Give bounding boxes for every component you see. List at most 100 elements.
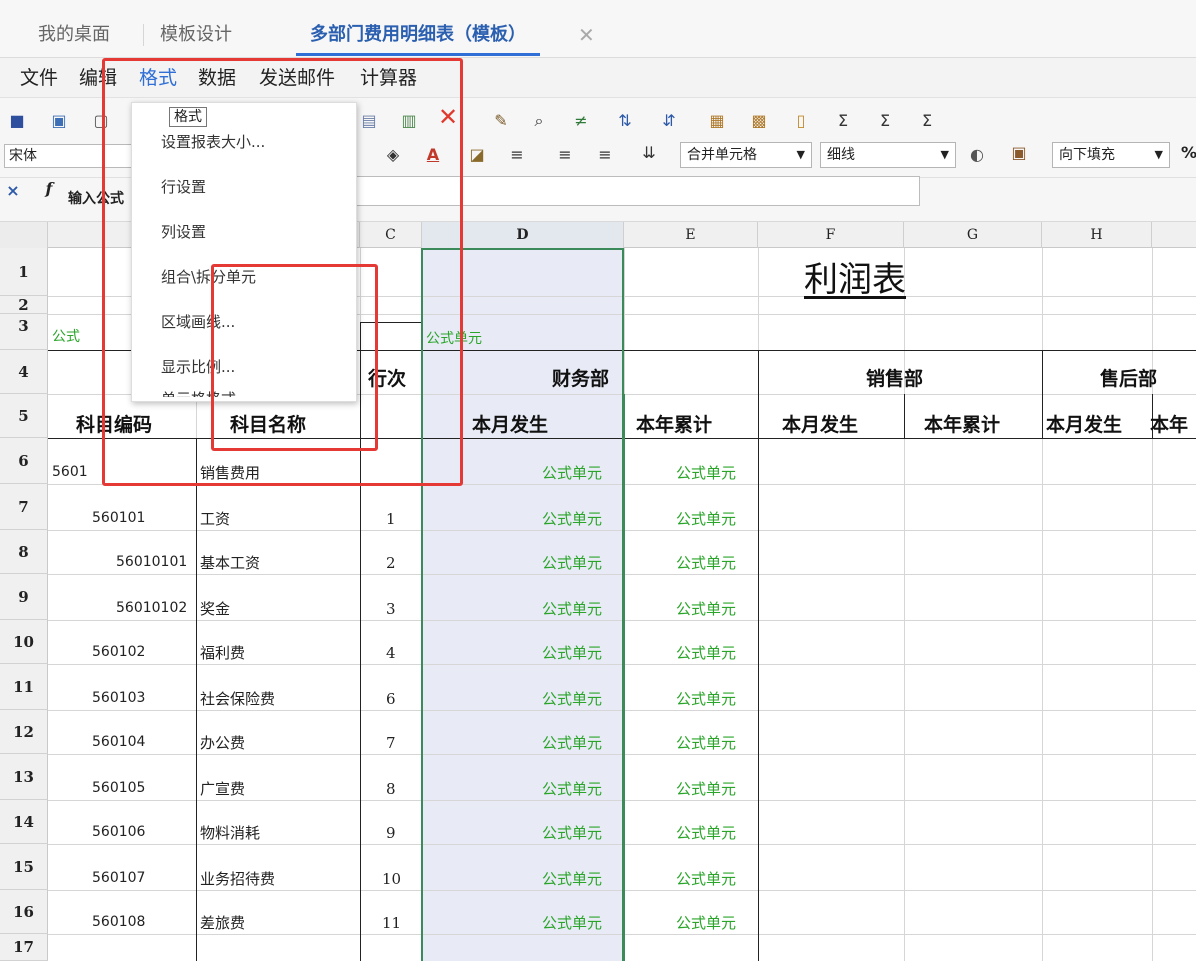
sales-year-header: 本年累计 (924, 414, 1001, 436)
row-header-2[interactable]: 2 (0, 296, 48, 314)
row-finance-month: 公式单元 (542, 734, 603, 752)
tab-desktop[interactable]: 我的桌面 (38, 20, 110, 56)
row-finance-month: 公式单元 (542, 510, 603, 528)
row-name: 办公费 (200, 734, 246, 752)
row-code: 560105 (92, 780, 146, 796)
table-border (758, 438, 759, 961)
row-no: 10 (382, 870, 402, 888)
row-header-11[interactable]: 11 (0, 664, 48, 710)
row-header-17[interactable]: 17 (0, 934, 48, 961)
table-border (1042, 350, 1043, 438)
align-center-icon[interactable]: ≡ (556, 146, 574, 164)
row-header-7[interactable]: 7 (0, 484, 48, 530)
row-header-3[interactable]: 3 (0, 314, 48, 350)
fill-label: 向下填充 (1059, 147, 1115, 163)
chevron-down-icon: ▼ (1154, 148, 1163, 161)
row-code: 560104 (92, 734, 146, 750)
clipboard-icon[interactable]: ▦ (708, 112, 726, 130)
row-header-15[interactable]: 15 (0, 844, 48, 890)
service-year-header: 本年 (1150, 414, 1189, 436)
column-header-e[interactable]: E (624, 222, 758, 248)
row-finance-year: 公式单元 (676, 464, 737, 482)
row-header-16[interactable]: 16 (0, 890, 48, 934)
select-all-corner[interactable] (0, 222, 48, 248)
chevron-down-icon: ▼ (940, 148, 949, 161)
finance-month-header: 本月发生 (472, 414, 549, 436)
column-header-i[interactable] (1152, 222, 1196, 248)
row-finance-year: 公式单元 (676, 554, 737, 572)
row-header-9[interactable]: 9 (0, 574, 48, 620)
row-code: 56010101 (116, 554, 188, 570)
page-icon[interactable]: ▯ (792, 112, 810, 130)
align-left-icon[interactable]: ≡ (508, 146, 526, 164)
row-finance-year: 公式单元 (676, 914, 737, 932)
table-border (758, 350, 759, 452)
row-header-5[interactable]: 5 (0, 394, 48, 438)
sum-col-icon[interactable]: Σ (918, 112, 936, 130)
sum-row-icon[interactable]: Σ (876, 112, 894, 130)
clipboard-paste-icon[interactable]: ▩ (750, 112, 768, 130)
grid-line (904, 248, 905, 961)
row-code: 560107 (92, 870, 146, 886)
function-icon[interactable]: f (40, 180, 58, 198)
row-finance-year: 公式单元 (676, 644, 737, 662)
spreadsheet-app: 我的桌面 模板设计 多部门费用明细表（模板） ✕ 文件 编辑 格式 数据 发送邮… (0, 0, 1196, 961)
dept-sales-header: 销售部 (866, 368, 924, 390)
row-header-13[interactable]: 13 (0, 754, 48, 800)
line-dropdown[interactable]: 细线 ▼ (820, 142, 956, 168)
row-name: 社会保险费 (200, 690, 276, 708)
format-brush-icon[interactable]: ✎ (492, 112, 510, 130)
wrap-icon[interactable]: ⇊ (640, 144, 658, 162)
row-no: 4 (386, 644, 396, 662)
column-header-f[interactable]: F (758, 222, 904, 248)
row-finance-year: 公式单元 (676, 780, 737, 798)
column-header-h[interactable]: H (1042, 222, 1152, 248)
tab-template-design[interactable]: 模板设计 (160, 20, 232, 56)
close-icon[interactable]: ✕ (578, 20, 595, 50)
border-icon[interactable]: ◪ (468, 146, 486, 164)
row-finance-year: 公式单元 (676, 510, 737, 528)
row-no: 6 (386, 690, 396, 708)
row-finance-month: 公式单元 (542, 780, 603, 798)
align-right-icon[interactable]: ≡ (596, 146, 614, 164)
settings-icon[interactable]: ▣ (1010, 144, 1028, 162)
row-name: 福利费 (200, 644, 246, 662)
annotation-box-cells (211, 264, 378, 451)
row-name: 物料消耗 (200, 824, 261, 842)
row-code: 560108 (92, 914, 146, 930)
row-finance-month: 公式单元 (542, 914, 603, 932)
sort-asc-icon[interactable]: ⇅ (616, 112, 634, 130)
row-code: 56010102 (116, 600, 188, 616)
menu-file[interactable]: 文件 (20, 64, 58, 92)
column-header-g[interactable]: G (904, 222, 1042, 248)
row-header-6[interactable]: 6 (0, 438, 48, 484)
row-finance-year: 公式单元 (676, 690, 737, 708)
row-header-10[interactable]: 10 (0, 620, 48, 664)
table-border (758, 350, 1196, 351)
merge-dropdown[interactable]: 合并单元格 ▼ (680, 142, 812, 168)
save-icon[interactable]: ■ (8, 112, 26, 130)
row-header-1[interactable]: 1 (0, 248, 48, 296)
sum-icon[interactable]: Σ (834, 112, 852, 130)
row-code: 560101 (92, 510, 146, 526)
sort-desc-icon[interactable]: ⇵ (660, 112, 678, 130)
tab-expense-detail[interactable]: 多部门费用明细表（模板） (296, 20, 540, 56)
row-header-8[interactable]: 8 (0, 530, 48, 574)
find-icon[interactable]: ⌕ (530, 112, 548, 130)
row-header-14[interactable]: 14 (0, 800, 48, 844)
row-header-12[interactable]: 12 (0, 710, 48, 754)
save-as-icon[interactable]: ▣ (50, 112, 68, 130)
row-no: 7 (386, 734, 396, 752)
table-border (624, 394, 625, 961)
replace-icon[interactable]: ≠ (572, 112, 590, 130)
row-finance-year: 公式单元 (676, 734, 737, 752)
finance-year-header: 本年累计 (636, 414, 713, 436)
percent-icon[interactable]: % (1180, 144, 1196, 162)
eraser-icon[interactable]: ◐ (968, 146, 986, 164)
cancel-icon[interactable]: × (4, 182, 22, 200)
row-no: 11 (382, 914, 402, 932)
fill-dropdown[interactable]: 向下填充 ▼ (1052, 142, 1170, 168)
row-finance-month: 公式单元 (542, 644, 603, 662)
row-header-4[interactable]: 4 (0, 350, 48, 394)
row-no: 8 (386, 780, 396, 798)
